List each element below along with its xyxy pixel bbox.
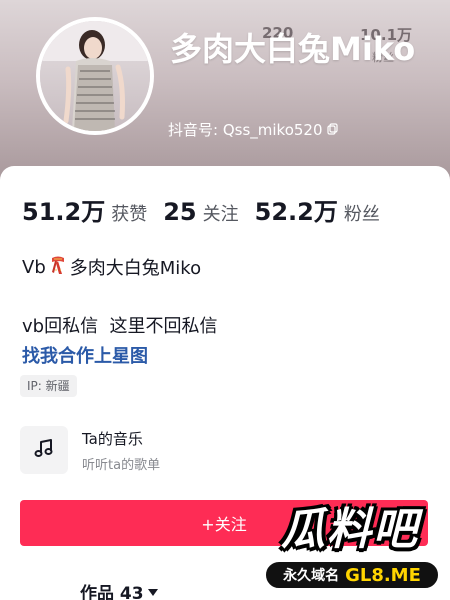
- douyin-id-text: 抖音号: Qss_miko520: [168, 121, 323, 139]
- followers-label: 粉丝: [343, 204, 380, 225]
- avatar-image: [40, 21, 150, 131]
- bio-line: Vb 多肉大白兔Miko: [22, 254, 201, 280]
- following-label: 关注: [202, 204, 239, 225]
- ip-location-badge: IP: 新疆: [20, 375, 77, 397]
- tab-works[interactable]: 作品 43: [80, 579, 158, 600]
- bio-name: 多肉大白兔Miko: [69, 258, 202, 279]
- music-text: Ta的音乐 听听ta的歌单: [82, 428, 160, 473]
- watermark-domain: 永久域名 GL8.ME: [264, 560, 440, 590]
- likes-label: 获赞: [111, 204, 148, 225]
- watermark-domain-label: 永久域名: [283, 568, 340, 584]
- watermark-domain-value: GL8.ME: [345, 564, 421, 586]
- music-entry[interactable]: Ta的音乐 听听ta的歌单: [20, 423, 430, 477]
- bio-prefix: Vb: [22, 256, 46, 278]
- bio-link[interactable]: 找我合作上星图: [22, 342, 148, 368]
- following-count[interactable]: 25: [163, 198, 196, 226]
- avatar[interactable]: [36, 17, 154, 135]
- music-title: Ta的音乐: [82, 429, 143, 448]
- likes-count[interactable]: 51.2万: [22, 192, 105, 227]
- watermark-logo: 瓜料吧 永久域名 GL8.ME: [258, 494, 444, 598]
- music-note-icon: [32, 436, 56, 464]
- watermark-title: 瓜料吧: [281, 504, 419, 555]
- bio-message: vb回私信 这里不回私信: [22, 316, 218, 337]
- profile-header: 220 10.1万 粉丝 多肉大白兔Miko 抖音号: Qss_miko520: [0, 0, 450, 182]
- copy-icon[interactable]: [326, 121, 339, 139]
- works-tab-label: 作品 43: [80, 584, 144, 600]
- caret-down-icon: [147, 582, 158, 600]
- profile-stats: 51.2万 获赞 25 关注 52.2万 粉丝: [22, 192, 396, 227]
- douyin-id-row[interactable]: 抖音号: Qss_miko520: [168, 119, 339, 140]
- scarf-emoji-icon: [49, 255, 67, 280]
- music-subtitle: 听听ta的歌单: [82, 457, 161, 473]
- followers-count[interactable]: 52.2万: [255, 192, 338, 227]
- music-icon-box: [20, 426, 68, 474]
- profile-nickname: 多肉大白兔Miko: [170, 30, 416, 68]
